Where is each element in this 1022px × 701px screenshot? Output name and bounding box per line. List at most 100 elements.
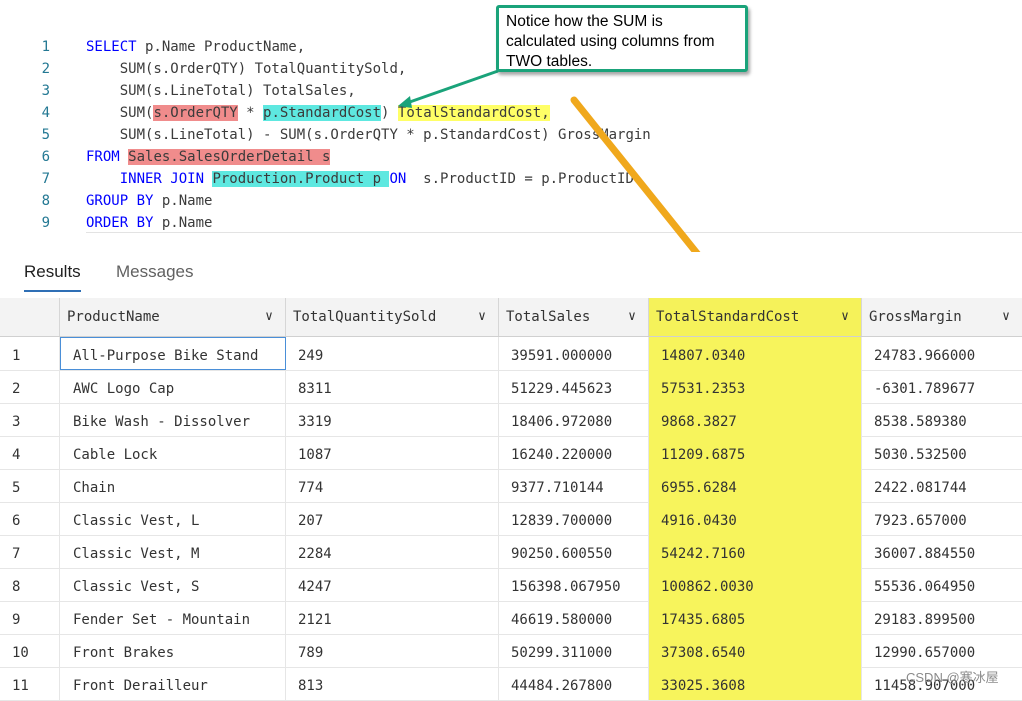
- code-line[interactable]: 7 INNER JOIN Production.Product p ON s.P…: [0, 168, 1022, 190]
- cell-totalsales[interactable]: 90250.600550: [499, 535, 649, 568]
- cell-totalquantitysold[interactable]: 8311: [286, 370, 499, 403]
- cell-grossmargin[interactable]: 8538.589380: [862, 403, 1022, 436]
- column-header-totalstandardcost[interactable]: TotalStandardCost ∨: [649, 298, 862, 336]
- cell-grossmargin[interactable]: 2422.081744: [862, 469, 1022, 502]
- row-number[interactable]: 11: [0, 667, 60, 700]
- code-line[interactable]: 5 SUM(s.LineTotal) - SUM(s.OrderQTY * p.…: [0, 124, 1022, 146]
- cell-totalsales[interactable]: 12839.700000: [499, 502, 649, 535]
- column-header-grossmargin[interactable]: GrossMargin ∨: [862, 298, 1022, 336]
- cell-productname[interactable]: AWC Logo Cap: [60, 370, 286, 403]
- cell-totalquantitysold[interactable]: 249: [286, 337, 499, 370]
- table-row[interactable]: 1 All-Purpose Bike Stand 249 39591.000000 14…: [0, 337, 1022, 371]
- table-row[interactable]: 6 Classic Vest, L 207 12839.700000 4916.0430…: [0, 502, 1022, 536]
- chevron-down-icon[interactable]: ∨: [841, 298, 849, 336]
- cell-grossmargin[interactable]: -6301.789677: [862, 370, 1022, 403]
- row-number[interactable]: 5: [0, 469, 60, 502]
- cell-totalquantitysold[interactable]: 2121: [286, 601, 499, 634]
- cell-grossmargin[interactable]: 5030.532500: [862, 436, 1022, 469]
- cell-productname[interactable]: All-Purpose Bike Stand: [60, 337, 286, 370]
- cell-grossmargin[interactable]: 24783.966000: [862, 337, 1022, 370]
- cell-totalquantitysold[interactable]: 813: [286, 667, 499, 700]
- table-row[interactable]: 8 Classic Vest, S 4247 156398.067950 100862.…: [0, 568, 1022, 602]
- row-number[interactable]: 7: [0, 535, 60, 568]
- cell-totalsales[interactable]: 18406.972080: [499, 403, 649, 436]
- cell-totalstandardcost[interactable]: 54242.7160: [649, 535, 862, 568]
- cell-totalstandardcost[interactable]: 37308.6540: [649, 634, 862, 667]
- row-number[interactable]: 1: [0, 337, 60, 370]
- cell-totalsales[interactable]: 16240.220000: [499, 436, 649, 469]
- tab-messages[interactable]: Messages: [116, 262, 193, 282]
- cell-totalstandardcost[interactable]: 14807.0340: [649, 337, 862, 370]
- cell-totalquantitysold[interactable]: 774: [286, 469, 499, 502]
- row-number[interactable]: 4: [0, 436, 60, 469]
- cell-totalsales[interactable]: 50299.311000: [499, 634, 649, 667]
- cell-totalquantitysold[interactable]: 2284: [286, 535, 499, 568]
- column-header-totalquantitysold[interactable]: TotalQuantitySold ∨: [286, 298, 499, 336]
- code-line[interactable]: 6 FROM Sales.SalesOrderDetail s: [0, 146, 1022, 168]
- table-row[interactable]: 5 Chain 774 9377.710144 6955.6284 2422.081744: [0, 469, 1022, 503]
- column-header-label: GrossMargin: [869, 309, 962, 325]
- cell-totalstandardcost[interactable]: 9868.3827: [649, 403, 862, 436]
- table-row[interactable]: 4 Cable Lock 1087 16240.220000 11209.6875 503…: [0, 436, 1022, 470]
- table-row[interactable]: 3 Bike Wash - Dissolver 3319 18406.972080 98…: [0, 403, 1022, 437]
- cell-grossmargin[interactable]: 36007.884550: [862, 535, 1022, 568]
- cell-productname[interactable]: Classic Vest, L: [60, 502, 286, 535]
- cell-productname[interactable]: Chain: [60, 469, 286, 502]
- cell-totalsales[interactable]: 39591.000000: [499, 337, 649, 370]
- results-grid[interactable]: ProductName ∨ TotalQuantitySold ∨ TotalS…: [0, 298, 1022, 701]
- chevron-down-icon[interactable]: ∨: [1002, 298, 1010, 336]
- sql-token: p.Name: [153, 193, 213, 209]
- cell-totalstandardcost[interactable]: 57531.2353: [649, 370, 862, 403]
- cell-grossmargin[interactable]: 29183.899500: [862, 601, 1022, 634]
- cell-productname[interactable]: Cable Lock: [60, 436, 286, 469]
- cell-productname[interactable]: Fender Set - Mountain: [60, 601, 286, 634]
- table-row[interactable]: 10 Front Brakes 789 50299.311000 37308.6540 1…: [0, 634, 1022, 668]
- cell-totalstandardcost[interactable]: 4916.0430: [649, 502, 862, 535]
- code-line[interactable]: 8 GROUP BY p.Name: [0, 190, 1022, 212]
- cell-productname[interactable]: Front Derailleur: [60, 667, 286, 700]
- column-header-productname[interactable]: ProductName ∨: [60, 298, 286, 336]
- row-number[interactable]: 6: [0, 502, 60, 535]
- cell-totalsales[interactable]: 9377.710144: [499, 469, 649, 502]
- cell-productname[interactable]: Bike Wash - Dissolver: [60, 403, 286, 436]
- cell-productname[interactable]: Front Brakes: [60, 634, 286, 667]
- row-number[interactable]: 9: [0, 601, 60, 634]
- cell-totalstandardcost[interactable]: 6955.6284: [649, 469, 862, 502]
- cell-totalsales[interactable]: 44484.267800: [499, 667, 649, 700]
- cell-totalquantitysold[interactable]: 1087: [286, 436, 499, 469]
- row-number[interactable]: 3: [0, 403, 60, 436]
- table-row[interactable]: 2 AWC Logo Cap 8311 51229.445623 57531.2353-…: [0, 370, 1022, 404]
- chevron-down-icon[interactable]: ∨: [478, 298, 486, 336]
- chevron-down-icon[interactable]: ∨: [265, 298, 273, 336]
- cell-grossmargin[interactable]: 55536.064950: [862, 568, 1022, 601]
- cell-totalquantitysold[interactable]: 4247: [286, 568, 499, 601]
- cell-totalquantitysold[interactable]: 207: [286, 502, 499, 535]
- chevron-down-icon[interactable]: ∨: [628, 298, 636, 336]
- code-line[interactable]: 4 SUM(s.OrderQTY * p.StandardCost) Total…: [0, 102, 1022, 124]
- cell-productname[interactable]: Classic Vest, S: [60, 568, 286, 601]
- column-header-totalsales[interactable]: TotalSales ∨: [499, 298, 649, 336]
- cell-productname[interactable]: Classic Vest, M: [60, 535, 286, 568]
- tab-results[interactable]: Results: [24, 262, 81, 282]
- cell-grossmargin[interactable]: 7923.657000: [862, 502, 1022, 535]
- row-number[interactable]: 10: [0, 634, 60, 667]
- code-text: INNER JOIN Production.Product p ON s.Pro…: [86, 168, 634, 190]
- cell-totalquantitysold[interactable]: 789: [286, 634, 499, 667]
- table-row[interactable]: 7 Classic Vest, M 2284 90250.600550 54242.71…: [0, 535, 1022, 569]
- code-line[interactable]: 9 ORDER BY p.Name: [0, 212, 1022, 234]
- cell-totalsales[interactable]: 51229.445623: [499, 370, 649, 403]
- row-number[interactable]: 8: [0, 568, 60, 601]
- cell-totalstandardcost[interactable]: 33025.3608: [649, 667, 862, 700]
- cell-grossmargin[interactable]: 12990.657000: [862, 634, 1022, 667]
- row-number[interactable]: 2: [0, 370, 60, 403]
- table-row[interactable]: 9 Fender Set - Mountain 2121 46619.580000 17…: [0, 601, 1022, 635]
- cell-totalquantitysold[interactable]: 3319: [286, 403, 499, 436]
- cell-totalstandardcost[interactable]: 100862.0030: [649, 568, 862, 601]
- cell-totalstandardcost[interactable]: 17435.6805: [649, 601, 862, 634]
- cell-totalsales[interactable]: 46619.580000: [499, 601, 649, 634]
- cell-totalstandardcost[interactable]: 11209.6875: [649, 436, 862, 469]
- code-line[interactable]: 3 SUM(s.LineTotal) TotalSales,: [0, 80, 1022, 102]
- cell-totalsales[interactable]: 156398.067950: [499, 568, 649, 601]
